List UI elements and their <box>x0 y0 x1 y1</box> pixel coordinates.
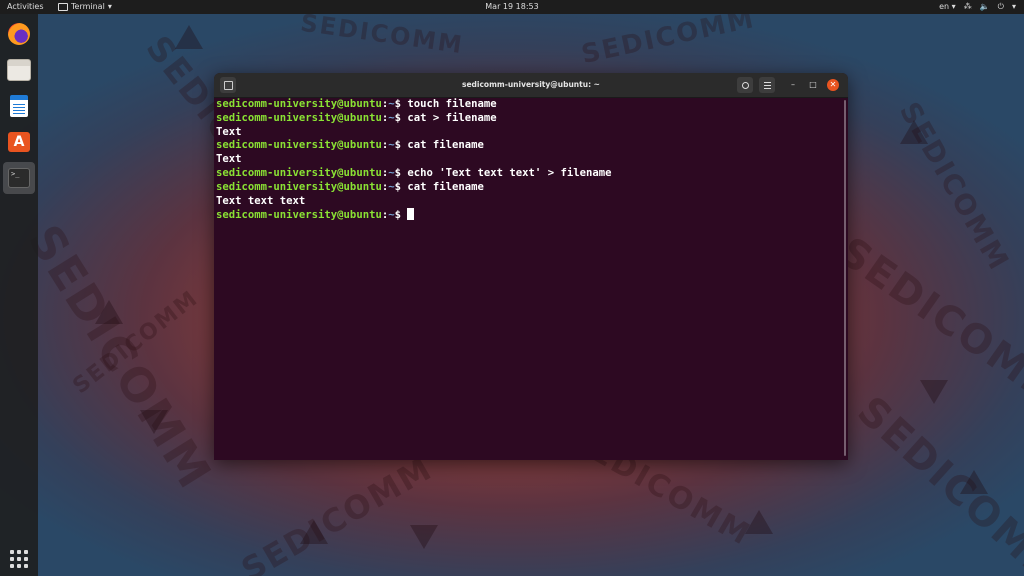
scrollbar-thumb[interactable] <box>844 100 846 456</box>
chevron-down-icon: ▾ <box>107 2 112 11</box>
terminal-icon: >_ <box>8 168 30 188</box>
ubuntu-software-icon: A <box>8 132 30 152</box>
volume-icon[interactable]: 🔈 <box>980 0 990 14</box>
terminal-output-line: Text <box>216 153 842 167</box>
app-menu-label: Terminal <box>71 2 105 11</box>
prompt-user-host: sedicomm-university@ubuntu <box>216 209 382 222</box>
prompt-user-host: sedicomm-university@ubuntu <box>216 166 382 179</box>
wallpaper-watermark: SEDICOMM <box>848 387 1024 576</box>
dock-item-software[interactable]: A <box>5 128 33 156</box>
power-icon[interactable]: ⏻ <box>998 0 1004 14</box>
wallpaper-triangle <box>745 510 773 534</box>
libreoffice-writer-icon <box>10 95 28 117</box>
terminal-app-icon <box>58 3 68 11</box>
search-icon <box>741 81 749 89</box>
wallpaper-triangle <box>95 300 123 324</box>
system-tray[interactable]: en ▾ ⁂ 🔈 ⏻ ▾ <box>939 0 1016 14</box>
dock-item-firefox[interactable] <box>5 20 33 48</box>
scrollbar[interactable] <box>842 98 848 460</box>
firefox-icon <box>8 23 30 45</box>
prompt-user-host: sedicomm-university@ubuntu <box>216 139 382 152</box>
network-icon[interactable]: ⁂ <box>964 0 972 14</box>
wallpaper-triangle <box>175 25 203 49</box>
terminal-prompt-line: sedicomm-university@ubuntu:~$ cat > file… <box>216 112 842 126</box>
maximize-button[interactable]: □ <box>807 79 819 91</box>
input-language-menu[interactable]: en ▾ <box>939 0 956 14</box>
output-text: Text <box>216 153 242 166</box>
command-text: cat > filename <box>401 111 497 124</box>
wallpaper-triangle <box>140 410 168 434</box>
output-text: Text text text <box>216 194 306 207</box>
dock-item-writer[interactable] <box>5 92 33 120</box>
wallpaper-triangle <box>920 380 948 404</box>
prompt-user-host: sedicomm-university@ubuntu <box>216 111 382 124</box>
prompt-user-host: sedicomm-university@ubuntu <box>216 180 382 193</box>
activities-button[interactable]: Activities <box>7 0 44 14</box>
wallpaper-watermark: SEDICOMM <box>298 8 466 60</box>
wallpaper-triangle <box>960 470 988 494</box>
terminal-output[interactable]: sedicomm-university@ubuntu:~$ touch file… <box>214 98 842 460</box>
command-text: touch filename <box>401 98 497 110</box>
terminal-output-line: Text text text <box>216 195 842 209</box>
command-text: echo 'Text text text' > filename <box>401 166 612 179</box>
hamburger-menu-button[interactable] <box>759 77 775 93</box>
command-text: cat filename <box>401 180 484 193</box>
terminal-prompt-line: sedicomm-university@ubuntu:~$ cat filena… <box>216 139 842 153</box>
show-applications-icon[interactable] <box>10 550 28 568</box>
wallpaper-triangle <box>300 520 328 544</box>
dock-item-terminal[interactable]: >_ <box>3 162 35 194</box>
terminal-output-line: Text <box>216 126 842 140</box>
wallpaper-watermark: SEDICOMM <box>234 449 439 576</box>
input-language-label: en <box>939 2 950 11</box>
app-menu[interactable]: Terminal ▾ <box>58 0 112 14</box>
dock-item-files[interactable] <box>5 56 33 84</box>
wallpaper-triangle <box>900 120 928 144</box>
text-cursor <box>407 208 415 221</box>
top-bar: Activities Terminal ▾ Mar 19 18:53 en ▾ … <box>0 0 1024 14</box>
files-icon <box>7 59 31 81</box>
clock-button[interactable]: Mar 19 18:53 <box>485 2 538 11</box>
terminal-prompt-line: sedicomm-university@ubuntu:~$ cat filena… <box>216 181 842 195</box>
new-tab-button[interactable] <box>220 77 236 93</box>
dock: A >_ <box>0 14 38 576</box>
search-button[interactable] <box>737 77 753 93</box>
minimize-button[interactable]: – <box>787 79 799 91</box>
hamburger-menu-icon <box>763 81 771 89</box>
clock-container: Mar 19 18:53 <box>0 0 1024 14</box>
terminal-prompt-line: sedicomm-university@ubuntu:~$ touch file… <box>216 98 842 112</box>
output-text: Text <box>216 125 242 138</box>
chevron-down-icon: ▾ <box>951 2 956 11</box>
wallpaper-triangle <box>410 525 438 549</box>
terminal-window[interactable]: sedicomm-university@ubuntu: ~ – □ ✕ sedi… <box>214 73 848 460</box>
chevron-down-icon[interactable]: ▾ <box>1012 0 1016 14</box>
new-tab-icon <box>223 80 233 90</box>
close-button[interactable]: ✕ <box>827 79 839 91</box>
prompt-user-host: sedicomm-university@ubuntu <box>216 98 382 110</box>
terminal-prompt-line: sedicomm-university@ubuntu:~$ <box>216 208 842 222</box>
terminal-titlebar[interactable]: sedicomm-university@ubuntu: ~ – □ ✕ <box>214 73 848 98</box>
command-text: cat filename <box>401 139 484 152</box>
terminal-prompt-line: sedicomm-university@ubuntu:~$ echo 'Text… <box>216 167 842 181</box>
